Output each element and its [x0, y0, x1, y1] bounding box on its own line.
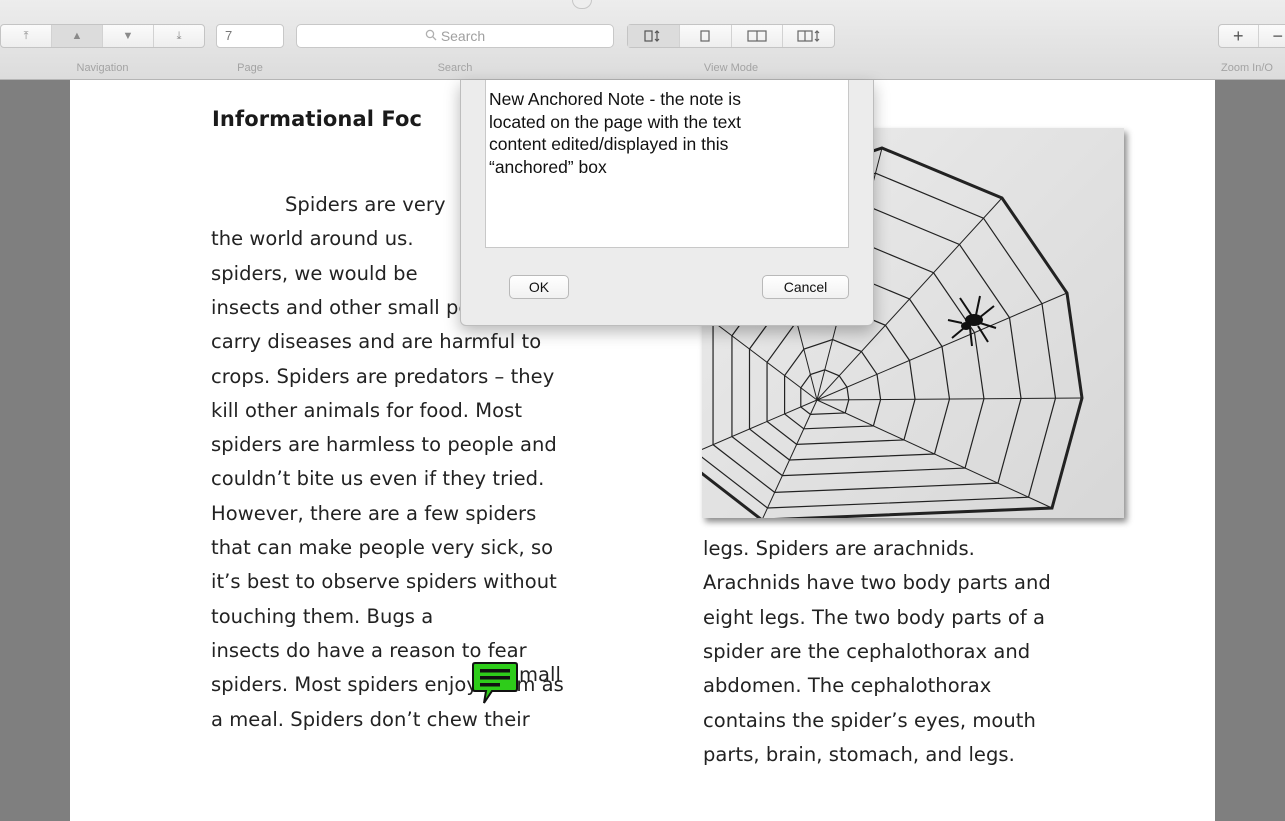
text-line: carry diseases and are harmful to: [211, 330, 542, 354]
anchored-note-popover: New Anchored Note - the note is located …: [460, 80, 874, 326]
text-line: it’s best to observe spiders without: [211, 570, 557, 594]
text-line: touching them. Bugs a: [211, 604, 434, 628]
page-number-input[interactable]: 7: [216, 24, 284, 48]
text-line: spiders are harmless to people and: [211, 433, 557, 457]
text-fragment: mall: [519, 663, 561, 686]
search-icon: [425, 29, 437, 44]
text-line: kill other animals for food. Most: [211, 398, 523, 422]
zoom-control: + −: [1218, 24, 1285, 48]
view-mode-label: View Mode: [703, 62, 759, 74]
text-line: eight legs. The two body parts of a: [703, 605, 1045, 629]
text-line: spider are the cephalothorax and: [703, 639, 1031, 663]
single-continuous-icon[interactable]: [628, 25, 680, 47]
navigation-control: ⤒ ▲ ▼ ⤓: [0, 24, 205, 48]
view-mode-control: [627, 24, 835, 48]
two-page-continuous-icon[interactable]: [783, 25, 834, 47]
text-line: insects do have a reason to fear: [211, 638, 527, 662]
text-line: crops. Spiders are predators – they: [211, 364, 555, 388]
anchored-note-icon[interactable]: [472, 661, 518, 705]
zoom-out-icon[interactable]: −: [1259, 25, 1285, 47]
first-page-icon[interactable]: ⤒: [1, 25, 52, 47]
text-line: However, there are a few spiders: [211, 501, 537, 525]
text-line: a meal. Spiders don’t chew their: [211, 707, 530, 731]
next-page-icon[interactable]: ▼: [103, 25, 154, 47]
window-knob: [572, 0, 592, 9]
text-line: Spiders are very: [285, 193, 446, 216]
previous-page-icon[interactable]: ▲: [52, 25, 103, 47]
note-text-area[interactable]: New Anchored Note - the note is located …: [485, 80, 849, 248]
page-label: Page: [237, 62, 263, 74]
text-line: contains the spider’s eyes, mouth: [703, 708, 1036, 732]
zoom-label: Zoom In/O: [1221, 62, 1273, 74]
last-page-icon[interactable]: ⤓: [154, 25, 204, 47]
ok-button[interactable]: OK: [509, 275, 569, 299]
single-page-icon[interactable]: [680, 25, 732, 47]
text-line: the world around us.: [211, 227, 414, 251]
two-page-icon[interactable]: [732, 25, 784, 47]
text-line: Arachnids have two body parts and: [703, 571, 1051, 595]
search-input[interactable]: Search: [296, 24, 614, 48]
zoom-in-icon[interactable]: +: [1219, 25, 1259, 47]
search-placeholder: Search: [440, 28, 486, 44]
text-line: couldn’t bite us even if they tried.: [211, 467, 545, 491]
text-line: spiders, we would be: [211, 261, 418, 285]
cancel-button[interactable]: Cancel: [762, 275, 849, 299]
toolbar: ⤒ ▲ ▼ ⤓ Navigation 7 Page Search Search …: [0, 0, 1285, 80]
text-line: legs. Spiders are arachnids.: [703, 537, 975, 560]
text-line: abdomen. The cephalothorax: [703, 674, 992, 698]
search-label: Search: [437, 62, 473, 74]
text-line: parts, brain, stomach, and legs.: [703, 742, 1015, 766]
text-line: that can make people very sick, so: [211, 536, 554, 559]
navigation-label: Navigation: [76, 62, 129, 74]
document-heading: Informational Foc: [212, 107, 423, 131]
